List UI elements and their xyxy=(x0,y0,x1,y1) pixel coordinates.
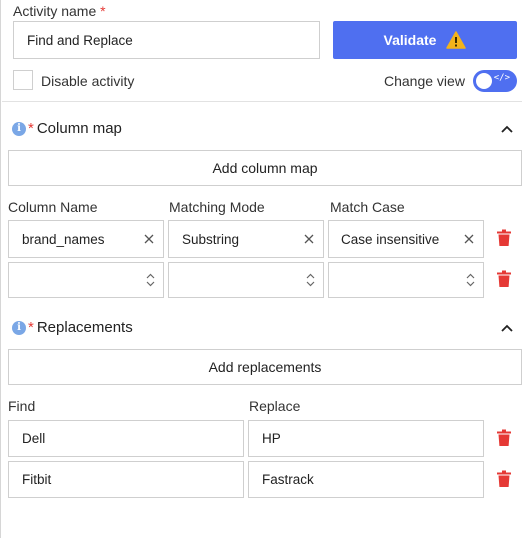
matching-mode-select[interactable] xyxy=(168,262,324,298)
find-input[interactable]: Dell xyxy=(8,420,244,457)
match-case-select[interactable]: Case insensitive xyxy=(328,220,484,258)
required-mark: * xyxy=(28,319,34,336)
column-name-select[interactable] xyxy=(8,262,164,298)
trash-icon[interactable] xyxy=(496,229,512,247)
toggle-knob xyxy=(476,73,492,89)
activity-name-input[interactable]: Find and Replace xyxy=(13,21,320,59)
matching-mode-header: Matching Mode xyxy=(169,199,265,215)
trash-icon[interactable] xyxy=(496,270,512,288)
close-icon[interactable] xyxy=(463,233,475,245)
column-map-title: Column map xyxy=(36,120,122,137)
close-icon[interactable] xyxy=(303,233,315,245)
replace-input[interactable]: HP xyxy=(248,420,484,457)
match-case-header: Match Case xyxy=(330,199,405,215)
validate-label: Validate xyxy=(383,32,437,48)
disable-activity-label: Disable activity xyxy=(41,73,135,89)
replace-input[interactable]: Fastrack xyxy=(248,461,484,498)
add-replacements-label: Add replacements xyxy=(208,359,322,375)
chevron-up-icon[interactable] xyxy=(500,124,514,134)
info-icon[interactable]: i xyxy=(12,121,26,136)
activity-name-value: Find and Replace xyxy=(27,32,133,48)
code-icon: </> xyxy=(493,73,510,83)
disable-activity-checkbox[interactable] xyxy=(13,70,33,90)
replacements-title: Replacements xyxy=(36,319,133,336)
info-icon[interactable]: i xyxy=(12,320,26,335)
activity-name-label: Activity name * xyxy=(13,3,106,19)
chevron-up-icon[interactable] xyxy=(500,323,514,333)
find-header: Find xyxy=(8,398,36,414)
add-column-map-label: Add column map xyxy=(212,160,318,176)
find-value: Dell xyxy=(22,431,46,446)
trash-icon[interactable] xyxy=(496,429,512,447)
column-name-header: Column Name xyxy=(8,199,98,215)
add-replacements-button[interactable]: Add replacements xyxy=(8,349,522,385)
up-down-icon xyxy=(146,273,155,287)
replace-value: Fastrack xyxy=(262,472,314,487)
divider xyxy=(2,101,522,102)
activity-name-label-text: Activity name xyxy=(13,3,97,19)
change-view-label: Change view xyxy=(384,73,465,89)
close-icon[interactable] xyxy=(143,233,155,245)
matching-mode-value: Substring xyxy=(182,231,240,247)
column-name-value: brand_names xyxy=(22,231,105,247)
activity-form: Activity name * Find and Replace Validat… xyxy=(0,0,522,538)
matching-mode-select[interactable]: Substring xyxy=(168,220,324,258)
change-view-toggle[interactable]: </> xyxy=(473,70,517,92)
find-input[interactable]: Fitbit xyxy=(8,461,244,498)
trash-icon[interactable] xyxy=(496,470,512,488)
required-mark: * xyxy=(100,3,106,19)
match-case-value: Case insensitive xyxy=(341,231,440,247)
match-case-select[interactable] xyxy=(328,262,484,298)
replace-value: HP xyxy=(262,431,281,446)
column-map-header: i * Column map xyxy=(12,120,122,137)
up-down-icon xyxy=(466,273,475,287)
required-mark: * xyxy=(28,120,34,137)
validate-button[interactable]: Validate xyxy=(333,21,517,59)
add-column-map-button[interactable]: Add column map xyxy=(8,150,522,186)
find-value: Fitbit xyxy=(22,472,52,487)
replacements-header: i * Replacements xyxy=(12,319,133,336)
column-name-select[interactable]: brand_names xyxy=(8,220,164,258)
up-down-icon xyxy=(306,273,315,287)
replace-header: Replace xyxy=(249,398,301,414)
warning-icon xyxy=(446,31,467,49)
